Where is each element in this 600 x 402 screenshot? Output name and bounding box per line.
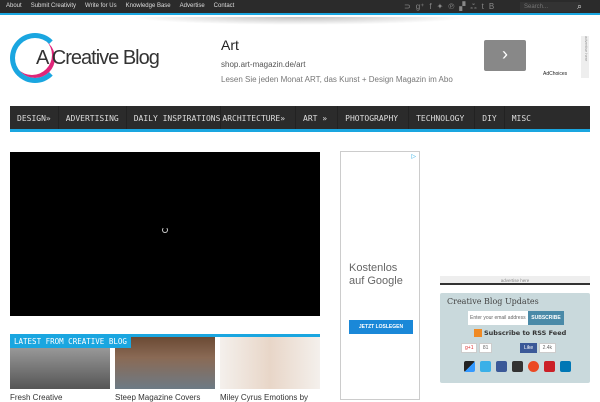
rss-feed-link[interactable]: Subscribe to RSS Feed [474, 329, 566, 337]
nav-art[interactable]: ART » [296, 106, 339, 129]
top-link-write[interactable]: Write for Us [85, 3, 117, 9]
stumbleupon-icon[interactable] [528, 361, 539, 372]
top-bar: About Submit Creativity Write for Us Kno… [0, 0, 600, 15]
post-thumbnail[interactable] [220, 337, 320, 389]
google-ad[interactable]: ▷ Kostenlos auf Google JETZT LOSLEGEN [340, 151, 420, 400]
widget-title: Creative Blog Updates [447, 297, 539, 306]
ad-description: Lesen Sie jeden Monat ART, das Kunst + D… [221, 75, 453, 84]
ad-url[interactable]: shop.art-magazin.de/art [221, 60, 306, 69]
email-input[interactable]: Enter your email address [468, 311, 528, 325]
nav-diy[interactable]: DIY [475, 106, 505, 129]
top-link-advertise[interactable]: Advertise [180, 3, 205, 9]
post-title[interactable]: Fresh Creative [10, 393, 62, 402]
tumblr-icon[interactable]: t [482, 2, 484, 12]
nav-design[interactable]: DESIGN» [10, 106, 59, 129]
advertise-here-link[interactable]: advertise here [440, 276, 590, 285]
delicious-icon[interactable] [464, 361, 475, 372]
updates-widget: Creative Blog Updates Enter your email a… [440, 293, 590, 383]
latest-heading: LATEST FROM CREATIVE BLOG [10, 335, 131, 348]
rss-icon[interactable]: ⊃ [404, 2, 411, 12]
twitter-icon[interactable] [480, 361, 491, 372]
rss-label: Subscribe to RSS Feed [484, 329, 567, 337]
nav-misc[interactable]: MISC [505, 106, 538, 129]
post-title[interactable]: Steep Magazine Covers [115, 393, 200, 402]
google-plus-icon[interactable]: g⁺ [416, 2, 425, 12]
twitter-icon[interactable]: ✦ [437, 2, 444, 12]
nav-advertising[interactable]: ADVERTISING [59, 106, 127, 129]
facebook-like-button[interactable]: Like [520, 343, 538, 353]
adchoices-link[interactable]: AdChoices [543, 71, 567, 77]
top-link-contact[interactable]: Contact [214, 3, 235, 9]
nav-architecture[interactable]: ARCHITECTURE» [221, 106, 297, 129]
loading-spinner-icon [162, 227, 168, 233]
ad-text-2: auf Google [349, 275, 403, 287]
gplus-button[interactable]: g+1 [461, 343, 478, 353]
search-input[interactable]: Search... [520, 2, 580, 12]
facebook-icon[interactable] [496, 361, 507, 372]
ad-cta-button[interactable]: JETZT LOSLEGEN [349, 320, 413, 334]
linkedin-icon[interactable] [560, 361, 571, 372]
facebook-like-count: 2.4k [538, 343, 557, 353]
top-link-kb[interactable]: Knowledge Base [126, 3, 171, 9]
adchoices-icon[interactable]: ▷ [411, 153, 416, 160]
stumbleupon-icon[interactable]: ஃ [470, 2, 476, 12]
nav-daily-inspirations[interactable]: DAILY INSPIRATIONS [127, 106, 222, 129]
search-icon[interactable]: ⌕ [577, 1, 582, 12]
pinterest-icon[interactable] [544, 361, 555, 372]
blogger-icon[interactable]: B [489, 2, 494, 12]
ad-arrow-button[interactable]: › [484, 40, 526, 71]
post-title[interactable]: Miley Cyrus Emotions by [220, 393, 308, 402]
gplus-count: 81 [478, 343, 493, 353]
pinterest-icon[interactable]: ℗ [448, 2, 454, 12]
top-link-about[interactable]: About [6, 3, 22, 9]
video-player[interactable] [10, 152, 320, 316]
facebook-icon[interactable]: f [429, 2, 431, 12]
ad-title[interactable]: Art [221, 37, 239, 53]
main-nav: DESIGN» ADVERTISING DAILY INSPIRATIONS A… [10, 106, 590, 132]
nav-technology[interactable]: TECHNOLOGY [409, 106, 476, 129]
google-plus-icon[interactable] [512, 361, 523, 372]
ad-text-1: Kostenlos [349, 262, 398, 274]
nav-photography[interactable]: PHOTOGRAPHY [338, 106, 410, 129]
top-link-submit[interactable]: Submit Creativity [31, 3, 76, 9]
advertise-here-tab[interactable]: advertise here [581, 36, 589, 78]
rss-icon [474, 329, 482, 337]
header-shadow [130, 17, 470, 25]
logo-text[interactable]: A Creative Blog [36, 47, 160, 70]
delicious-icon[interactable]: ▞ [459, 2, 465, 12]
subscribe-button[interactable]: SUBSCRIBE [528, 311, 564, 325]
